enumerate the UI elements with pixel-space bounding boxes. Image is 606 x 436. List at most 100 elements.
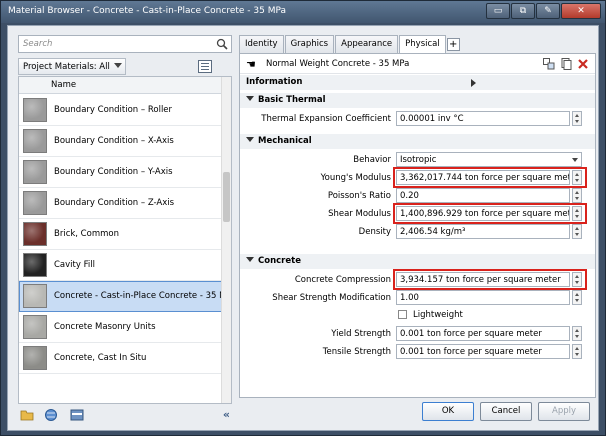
globe-icon[interactable]	[44, 408, 58, 422]
yield-strength-field[interactable]: 0.001 ton force per square meter	[396, 326, 570, 341]
scrollbar-thumb[interactable]	[223, 172, 230, 222]
apply-button[interactable]: Apply	[538, 402, 590, 421]
material-name: Concrete - Cast-in-Place Concrete - 35 M…	[54, 291, 232, 301]
tab-graphics[interactable]: Graphics	[284, 35, 335, 53]
material-swatch	[23, 253, 47, 277]
list-item[interactable]: Concrete - Cast-in-Place Concrete - 35 M…	[19, 281, 231, 312]
material-swatch	[23, 284, 47, 308]
tensile-strength-label: Tensile Strength	[322, 347, 391, 357]
behavior-row: Behavior Isotropic	[240, 152, 595, 168]
material-name: Boundary Condition – X-Axis	[54, 136, 174, 146]
list-view-icon[interactable]	[198, 60, 212, 73]
window-title: Material Browser - Concrete - Cast-in-Pl…	[8, 6, 287, 16]
highlight-box	[393, 167, 587, 188]
list-scrollbar[interactable]	[221, 77, 231, 403]
tensile-strength-spinner[interactable]	[572, 344, 582, 359]
tensile-strength-row: Tensile Strength 0.001 ton force per squ…	[240, 344, 595, 360]
yield-strength-row: Yield Strength 0.001 ton force per squar…	[240, 326, 595, 342]
concrete-section-header[interactable]: Concrete	[240, 254, 595, 269]
restore-button[interactable]: ⧉	[511, 3, 535, 19]
concrete-compression-label: Concrete Compression	[294, 275, 391, 285]
material-swatch	[23, 191, 47, 215]
youngs-modulus-label: Young's Modulus	[320, 173, 391, 183]
chevron-down-icon	[572, 158, 578, 162]
add-asset-icon[interactable]: +	[446, 38, 460, 51]
lightweight-checkbox[interactable]	[398, 310, 407, 319]
close-button[interactable]: ✕	[561, 3, 601, 19]
list-item[interactable]: Concrete Masonry Units	[19, 312, 222, 343]
density-field[interactable]: 2,406.54 kg/m³	[396, 224, 570, 239]
lightweight-row: Lightweight	[396, 308, 576, 322]
window-controls: ▭ ⧉ ✎ ✕	[486, 3, 601, 19]
material-name: Concrete Masonry Units	[54, 322, 156, 332]
tab-identity[interactable]: Identity	[239, 35, 284, 53]
thermal-expansion-field[interactable]: 0.00001 inv °C	[396, 111, 570, 126]
shear-modulus-row: Shear Modulus 1,400,896.929 ton force pe…	[240, 203, 595, 224]
minimize-button[interactable]: ▭	[486, 3, 510, 19]
name-column-header[interactable]: Name	[19, 77, 231, 94]
concrete-compression-row: Concrete Compression 3,934.157 ton force…	[240, 269, 595, 290]
search-placeholder: Search	[23, 39, 53, 49]
collapse-panel-icon[interactable]: «	[223, 408, 230, 421]
thermal-expansion-label: Thermal Expansion Coefficient	[261, 114, 391, 124]
expand-icon	[471, 79, 476, 87]
collapse-icon	[246, 137, 254, 142]
asset-icon: ☚	[246, 58, 256, 71]
pin-button[interactable]: ✎	[536, 3, 560, 19]
density-label: Density	[358, 227, 391, 237]
basic-thermal-section-header[interactable]: Basic Thermal	[240, 93, 595, 108]
materials-rows: Boundary Condition – Roller Boundary Cond…	[19, 95, 231, 374]
tab-physical[interactable]: Physical	[399, 35, 446, 54]
poissons-ratio-spinner[interactable]	[572, 188, 582, 203]
information-section-header[interactable]: Information	[240, 75, 595, 90]
yield-strength-spinner[interactable]	[572, 326, 582, 341]
panel-icon[interactable]	[70, 408, 84, 422]
collapse-icon	[246, 96, 254, 101]
tab-appearance[interactable]: Appearance	[335, 35, 399, 53]
library-toolbar: «	[18, 408, 232, 424]
list-item[interactable]: Boundary Condition – X-Axis	[19, 126, 222, 157]
thermal-expansion-row: Thermal Expansion Coefficient 0.00001 in…	[240, 111, 595, 127]
ok-button[interactable]: OK	[422, 402, 474, 421]
physical-properties-panel: ☚ Normal Weight Concrete - 35 MPa Inform…	[239, 53, 596, 398]
material-name: Brick, Common	[54, 229, 119, 239]
behavior-value: Isotropic	[400, 155, 437, 165]
tensile-strength-field[interactable]: 0.001 ton force per square meter	[396, 344, 570, 359]
list-item[interactable]: Boundary Condition – Z-Axis	[19, 188, 222, 219]
shear-strength-modification-field[interactable]: 1.00	[396, 290, 570, 305]
duplicate-asset-icon[interactable]	[560, 58, 572, 70]
search-input[interactable]: Search	[18, 35, 232, 53]
material-swatch	[23, 222, 47, 246]
density-spinner[interactable]	[572, 224, 582, 239]
asset-actions	[543, 58, 589, 70]
materials-list[interactable]: Name Boundary Condition – Roller Boundary…	[18, 76, 232, 404]
replace-asset-icon[interactable]	[543, 58, 555, 70]
list-item[interactable]: Concrete, Cast In Situ	[19, 343, 222, 374]
cancel-button[interactable]: Cancel	[480, 402, 532, 421]
material-name: Boundary Condition – Z-Axis	[54, 198, 175, 208]
mechanical-section-header[interactable]: Mechanical	[240, 134, 595, 149]
list-item[interactable]: Boundary Condition – Y-Axis	[19, 157, 222, 188]
material-name: Boundary Condition – Roller	[54, 105, 173, 115]
material-library-panel: Search Project Materials: All Name Bound…	[12, 30, 238, 426]
material-name: Boundary Condition – Y-Axis	[54, 167, 173, 177]
folder-icon[interactable]	[20, 408, 34, 422]
chevron-down-icon	[114, 63, 122, 68]
list-item[interactable]: Boundary Condition – Roller	[19, 95, 222, 126]
list-item[interactable]: Brick, Common	[19, 219, 222, 250]
title-bar[interactable]: Material Browser - Concrete - Cast-in-Pl…	[1, 1, 605, 23]
highlight-box	[393, 203, 587, 224]
yield-strength-label: Yield Strength	[331, 329, 391, 339]
list-item[interactable]: Cavity Fill	[19, 250, 222, 281]
thermal-expansion-spinner[interactable]	[572, 111, 582, 126]
editor-tabs: Identity Graphics Appearance Physical +	[239, 35, 460, 54]
remove-asset-icon[interactable]	[577, 58, 589, 70]
project-materials-filter[interactable]: Project Materials: All	[18, 58, 126, 75]
shear-strength-modification-label: Shear Strength Modification	[272, 293, 391, 303]
behavior-select[interactable]: Isotropic	[396, 152, 582, 167]
behavior-label: Behavior	[353, 155, 391, 165]
poissons-ratio-field[interactable]: 0.20	[396, 188, 570, 203]
highlight-box	[393, 269, 587, 290]
search-icon	[216, 38, 228, 50]
shear-strength-modification-spinner[interactable]	[572, 290, 582, 305]
